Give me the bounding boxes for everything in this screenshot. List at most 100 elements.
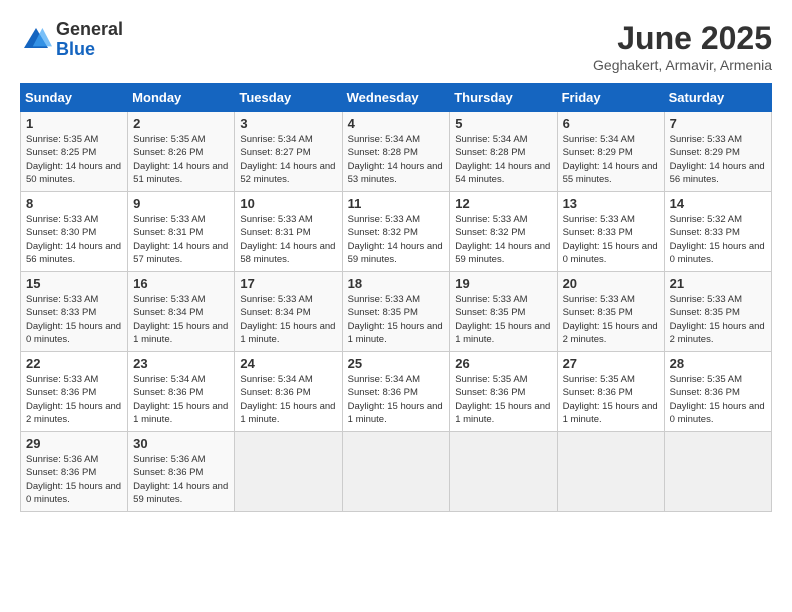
day-info: Sunrise: 5:36 AMSunset: 8:36 PMDaylight:… bbox=[133, 454, 228, 505]
calendar-cell: 13 Sunrise: 5:33 AMSunset: 8:33 PMDaylig… bbox=[557, 192, 664, 272]
calendar-cell: 20 Sunrise: 5:33 AMSunset: 8:35 PMDaylig… bbox=[557, 272, 664, 352]
calendar-cell: 17 Sunrise: 5:33 AMSunset: 8:34 PMDaylig… bbox=[235, 272, 342, 352]
day-number: 20 bbox=[563, 276, 659, 291]
location-text: Geghakert, Armavir, Armenia bbox=[593, 57, 772, 73]
day-info: Sunrise: 5:35 AMSunset: 8:26 PMDaylight:… bbox=[133, 134, 228, 185]
day-info: Sunrise: 5:34 AMSunset: 8:36 PMDaylight:… bbox=[348, 374, 443, 425]
day-info: Sunrise: 5:33 AMSunset: 8:33 PMDaylight:… bbox=[563, 214, 658, 265]
day-number: 25 bbox=[348, 356, 445, 371]
day-info: Sunrise: 5:33 AMSunset: 8:35 PMDaylight:… bbox=[670, 294, 765, 345]
calendar-cell: 16 Sunrise: 5:33 AMSunset: 8:34 PMDaylig… bbox=[128, 272, 235, 352]
day-number: 5 bbox=[455, 116, 551, 131]
day-number: 11 bbox=[348, 196, 445, 211]
calendar-cell bbox=[235, 432, 342, 512]
day-info: Sunrise: 5:35 AMSunset: 8:36 PMDaylight:… bbox=[670, 374, 765, 425]
calendar-cell: 22 Sunrise: 5:33 AMSunset: 8:36 PMDaylig… bbox=[21, 352, 128, 432]
day-info: Sunrise: 5:34 AMSunset: 8:28 PMDaylight:… bbox=[455, 134, 550, 185]
calendar-cell: 19 Sunrise: 5:33 AMSunset: 8:35 PMDaylig… bbox=[450, 272, 557, 352]
day-info: Sunrise: 5:33 AMSunset: 8:36 PMDaylight:… bbox=[26, 374, 121, 425]
calendar-header-wednesday: Wednesday bbox=[342, 84, 450, 112]
day-info: Sunrise: 5:33 AMSunset: 8:32 PMDaylight:… bbox=[455, 214, 550, 265]
calendar-cell: 29 Sunrise: 5:36 AMSunset: 8:36 PMDaylig… bbox=[21, 432, 128, 512]
calendar-week-row: 1 Sunrise: 5:35 AMSunset: 8:25 PMDayligh… bbox=[21, 112, 772, 192]
day-number: 7 bbox=[670, 116, 766, 131]
day-info: Sunrise: 5:34 AMSunset: 8:28 PMDaylight:… bbox=[348, 134, 443, 185]
month-title: June 2025 bbox=[593, 20, 772, 57]
day-info: Sunrise: 5:33 AMSunset: 8:30 PMDaylight:… bbox=[26, 214, 121, 265]
logo-general-text: General bbox=[56, 20, 123, 40]
calendar-cell: 1 Sunrise: 5:35 AMSunset: 8:25 PMDayligh… bbox=[21, 112, 128, 192]
day-number: 12 bbox=[455, 196, 551, 211]
day-number: 17 bbox=[240, 276, 336, 291]
day-info: Sunrise: 5:33 AMSunset: 8:31 PMDaylight:… bbox=[240, 214, 335, 265]
day-info: Sunrise: 5:33 AMSunset: 8:35 PMDaylight:… bbox=[563, 294, 658, 345]
calendar-cell: 3 Sunrise: 5:34 AMSunset: 8:27 PMDayligh… bbox=[235, 112, 342, 192]
day-info: Sunrise: 5:34 AMSunset: 8:27 PMDaylight:… bbox=[240, 134, 335, 185]
title-block: June 2025 Geghakert, Armavir, Armenia bbox=[593, 20, 772, 73]
calendar-header-sunday: Sunday bbox=[21, 84, 128, 112]
calendar-cell: 8 Sunrise: 5:33 AMSunset: 8:30 PMDayligh… bbox=[21, 192, 128, 272]
calendar-cell: 23 Sunrise: 5:34 AMSunset: 8:36 PMDaylig… bbox=[128, 352, 235, 432]
calendar-cell: 5 Sunrise: 5:34 AMSunset: 8:28 PMDayligh… bbox=[450, 112, 557, 192]
calendar-table: SundayMondayTuesdayWednesdayThursdayFrid… bbox=[20, 83, 772, 512]
calendar-cell: 21 Sunrise: 5:33 AMSunset: 8:35 PMDaylig… bbox=[664, 272, 771, 352]
day-number: 8 bbox=[26, 196, 122, 211]
day-info: Sunrise: 5:34 AMSunset: 8:36 PMDaylight:… bbox=[133, 374, 228, 425]
calendar-cell: 18 Sunrise: 5:33 AMSunset: 8:35 PMDaylig… bbox=[342, 272, 450, 352]
day-number: 9 bbox=[133, 196, 229, 211]
day-info: Sunrise: 5:34 AMSunset: 8:36 PMDaylight:… bbox=[240, 374, 335, 425]
day-number: 6 bbox=[563, 116, 659, 131]
calendar-cell bbox=[342, 432, 450, 512]
calendar-cell: 26 Sunrise: 5:35 AMSunset: 8:36 PMDaylig… bbox=[450, 352, 557, 432]
calendar-week-row: 29 Sunrise: 5:36 AMSunset: 8:36 PMDaylig… bbox=[21, 432, 772, 512]
logo: General Blue bbox=[20, 20, 123, 60]
calendar-week-row: 8 Sunrise: 5:33 AMSunset: 8:30 PMDayligh… bbox=[21, 192, 772, 272]
day-number: 27 bbox=[563, 356, 659, 371]
day-number: 10 bbox=[240, 196, 336, 211]
day-number: 22 bbox=[26, 356, 122, 371]
day-number: 15 bbox=[26, 276, 122, 291]
calendar-header-friday: Friday bbox=[557, 84, 664, 112]
calendar-cell bbox=[557, 432, 664, 512]
day-number: 2 bbox=[133, 116, 229, 131]
day-info: Sunrise: 5:33 AMSunset: 8:31 PMDaylight:… bbox=[133, 214, 228, 265]
calendar-header-saturday: Saturday bbox=[664, 84, 771, 112]
calendar-cell: 25 Sunrise: 5:34 AMSunset: 8:36 PMDaylig… bbox=[342, 352, 450, 432]
calendar-cell: 27 Sunrise: 5:35 AMSunset: 8:36 PMDaylig… bbox=[557, 352, 664, 432]
logo-blue-text: Blue bbox=[56, 40, 123, 60]
calendar-header-monday: Monday bbox=[128, 84, 235, 112]
day-number: 13 bbox=[563, 196, 659, 211]
day-info: Sunrise: 5:33 AMSunset: 8:35 PMDaylight:… bbox=[455, 294, 550, 345]
day-info: Sunrise: 5:33 AMSunset: 8:34 PMDaylight:… bbox=[133, 294, 228, 345]
day-info: Sunrise: 5:35 AMSunset: 8:36 PMDaylight:… bbox=[455, 374, 550, 425]
day-number: 26 bbox=[455, 356, 551, 371]
calendar-cell: 14 Sunrise: 5:32 AMSunset: 8:33 PMDaylig… bbox=[664, 192, 771, 272]
calendar-cell: 30 Sunrise: 5:36 AMSunset: 8:36 PMDaylig… bbox=[128, 432, 235, 512]
calendar-cell: 12 Sunrise: 5:33 AMSunset: 8:32 PMDaylig… bbox=[450, 192, 557, 272]
day-info: Sunrise: 5:33 AMSunset: 8:33 PMDaylight:… bbox=[26, 294, 121, 345]
calendar-cell: 28 Sunrise: 5:35 AMSunset: 8:36 PMDaylig… bbox=[664, 352, 771, 432]
day-number: 1 bbox=[26, 116, 122, 131]
day-info: Sunrise: 5:33 AMSunset: 8:29 PMDaylight:… bbox=[670, 134, 765, 185]
day-info: Sunrise: 5:36 AMSunset: 8:36 PMDaylight:… bbox=[26, 454, 121, 505]
day-info: Sunrise: 5:33 AMSunset: 8:35 PMDaylight:… bbox=[348, 294, 443, 345]
day-info: Sunrise: 5:33 AMSunset: 8:32 PMDaylight:… bbox=[348, 214, 443, 265]
day-number: 3 bbox=[240, 116, 336, 131]
calendar-cell bbox=[664, 432, 771, 512]
day-info: Sunrise: 5:34 AMSunset: 8:29 PMDaylight:… bbox=[563, 134, 658, 185]
logo-icon bbox=[20, 24, 52, 56]
calendar-cell: 6 Sunrise: 5:34 AMSunset: 8:29 PMDayligh… bbox=[557, 112, 664, 192]
day-number: 14 bbox=[670, 196, 766, 211]
calendar-header-thursday: Thursday bbox=[450, 84, 557, 112]
day-number: 19 bbox=[455, 276, 551, 291]
calendar-cell: 9 Sunrise: 5:33 AMSunset: 8:31 PMDayligh… bbox=[128, 192, 235, 272]
day-number: 23 bbox=[133, 356, 229, 371]
calendar-cell: 10 Sunrise: 5:33 AMSunset: 8:31 PMDaylig… bbox=[235, 192, 342, 272]
calendar-week-row: 15 Sunrise: 5:33 AMSunset: 8:33 PMDaylig… bbox=[21, 272, 772, 352]
page-header: General Blue June 2025 Geghakert, Armavi… bbox=[20, 20, 772, 73]
day-number: 29 bbox=[26, 436, 122, 451]
calendar-cell: 11 Sunrise: 5:33 AMSunset: 8:32 PMDaylig… bbox=[342, 192, 450, 272]
calendar-header-tuesday: Tuesday bbox=[235, 84, 342, 112]
calendar-cell: 2 Sunrise: 5:35 AMSunset: 8:26 PMDayligh… bbox=[128, 112, 235, 192]
day-number: 24 bbox=[240, 356, 336, 371]
